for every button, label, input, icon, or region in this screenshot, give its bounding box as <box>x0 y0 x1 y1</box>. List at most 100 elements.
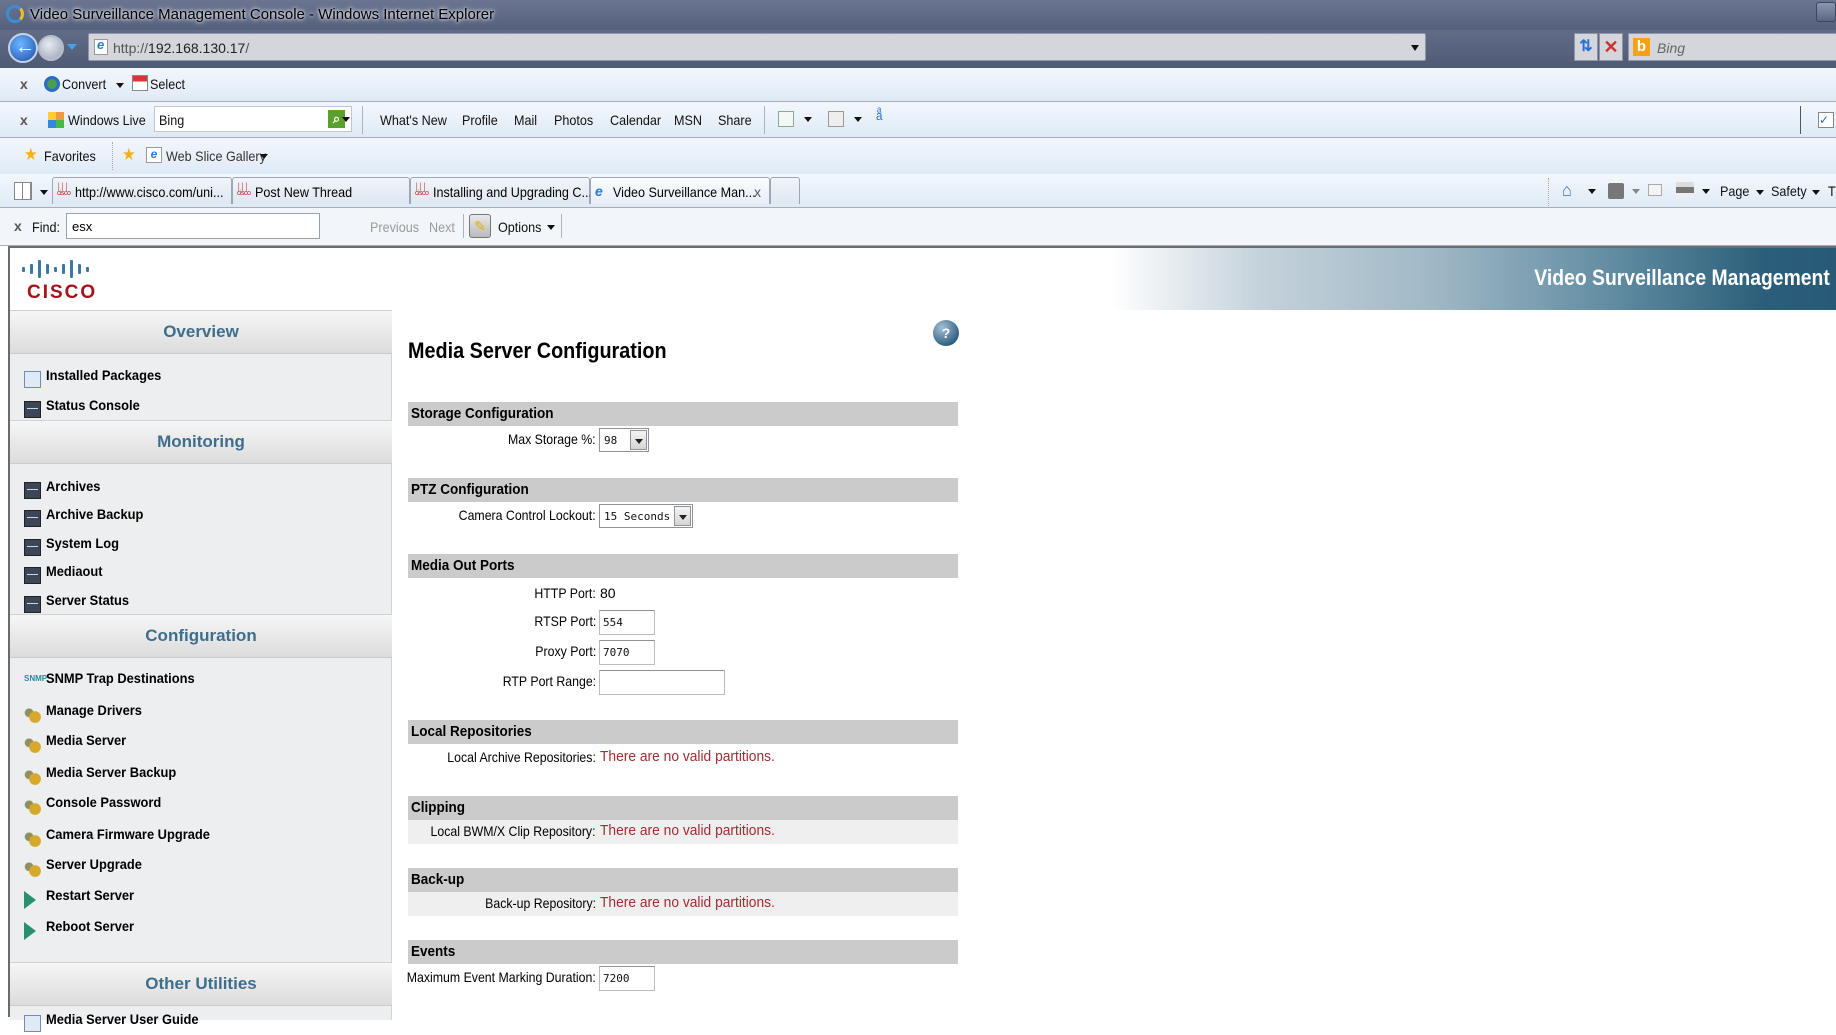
live-link-profile[interactable]: Profile <box>462 112 498 128</box>
address-bar[interactable]: http://192.168.130.17/ <box>88 33 1426 61</box>
refresh-button[interactable]: ⇅ <box>1574 33 1598 61</box>
live-link-whats-new[interactable]: What's New <box>380 112 447 128</box>
print-dropdown-icon[interactable] <box>1702 189 1710 194</box>
live-search-dropdown-icon[interactable] <box>342 117 350 122</box>
stop-button[interactable]: ✕ <box>1599 33 1623 61</box>
highlight-dropdown-icon[interactable] <box>804 117 812 122</box>
backup-repository-label: Back-up Repository: <box>485 895 596 911</box>
close-find-bar-button[interactable]: x <box>14 218 22 234</box>
live-search-input[interactable]: Bing ⌕ <box>154 106 352 132</box>
search-box[interactable]: b Bing <box>1628 33 1836 61</box>
clip-repository-row: Local BWM/X Clip Repository: There are n… <box>408 820 958 844</box>
cisco-favicon: │││ cisco <box>237 184 251 197</box>
page-menu-dropdown-icon[interactable] <box>1756 190 1764 195</box>
form-fill-dropdown-icon[interactable] <box>854 117 862 122</box>
find-next-button[interactable]: Next <box>429 219 455 235</box>
print-icon[interactable] <box>1676 182 1694 198</box>
convert-dropdown-icon[interactable] <box>116 83 124 88</box>
favorites-star-icon: ★ <box>24 145 38 164</box>
address-dropdown-icon[interactable] <box>1411 45 1419 51</box>
gears-icon <box>24 798 41 815</box>
web-slice-gallery-link[interactable]: Web Slice Gallery <box>166 148 266 164</box>
form-fill-icon[interactable] <box>828 111 844 127</box>
tab-label: Video Surveillance Man... <box>613 184 756 200</box>
max-event-marking-duration-input[interactable] <box>599 966 655 991</box>
live-link-mail[interactable]: Mail <box>514 112 537 128</box>
home-dropdown-icon[interactable] <box>1588 189 1596 194</box>
minimize-button[interactable] <box>1816 2 1836 22</box>
back-button[interactable] <box>8 33 38 63</box>
header-banner: Video Surveillance Management <box>1110 248 1836 310</box>
feeds-dropdown-icon[interactable] <box>1632 189 1640 194</box>
recent-pages-dropdown[interactable] <box>67 44 77 50</box>
close-toolbar-button[interactable]: x <box>20 112 28 128</box>
camera-control-lockout-select[interactable]: 15 Seconds <box>599 504 693 528</box>
section-heading: Events <box>411 943 456 960</box>
sidebar-section-monitoring: Monitoring <box>10 420 392 464</box>
highlight-icon[interactable] <box>778 111 794 127</box>
bing-icon: b <box>1633 38 1650 56</box>
favorites-button[interactable]: Favorites <box>44 148 96 164</box>
home-icon[interactable]: ⌂ <box>1562 180 1572 201</box>
max-storage-select[interactable]: 98 <box>599 428 649 452</box>
live-link-calendar[interactable]: Calendar <box>610 112 661 128</box>
section-storage-configuration: Storage Configuration <box>408 402 958 426</box>
highlight-matches-icon[interactable]: ✎ <box>469 214 491 238</box>
section-heading: Storage Configuration <box>411 405 554 422</box>
select-button[interactable]: Select <box>150 76 185 92</box>
safety-menu-dropdown-icon[interactable] <box>1812 190 1820 195</box>
add-favorite-icon[interactable]: ★ <box>122 145 136 165</box>
translate-icon[interactable]: aͣ <box>876 108 883 123</box>
live-link-share[interactable]: Share <box>718 112 752 128</box>
find-input[interactable] <box>66 213 320 239</box>
gears-icon <box>24 860 41 877</box>
sidebar-section-other-utilities: Other Utilities <box>10 962 392 1006</box>
read-mail-icon[interactable] <box>1648 184 1662 196</box>
rtp-port-range-input[interactable] <box>599 670 725 695</box>
monitor-icon <box>24 567 41 584</box>
live-link-photos[interactable]: Photos <box>554 112 593 128</box>
camera-control-lockout-row: Camera Control Lockout: 15 Seconds <box>408 504 958 528</box>
close-tab-button[interactable]: x <box>754 184 761 200</box>
windows-live-button[interactable]: Windows Live <box>68 112 146 128</box>
rtsp-port-label: RTSP Port: <box>534 613 596 629</box>
tab-list-dropdown-icon[interactable] <box>40 190 48 195</box>
live-link-msn[interactable]: MSN <box>674 112 702 128</box>
address-url[interactable]: http://192.168.130.17/ <box>113 40 249 56</box>
tab-post-new-thread[interactable]: │││ cisco Post New Thread <box>232 177 410 204</box>
tab-cisco-unified[interactable]: │││ cisco http://www.cisco.com/uni... <box>52 177 232 204</box>
tab-video-surveillance[interactable]: e Video Surveillance Man... x <box>590 177 770 204</box>
convert-button[interactable]: Convert <box>62 76 106 92</box>
find-options-dropdown-icon[interactable] <box>547 225 555 230</box>
backup-repository-row: Back-up Repository: There are no valid p… <box>408 892 958 916</box>
cisco-logo: CISCO <box>22 258 102 306</box>
http-port-label: HTTP Port: <box>534 585 596 601</box>
quick-tabs-icon[interactable] <box>14 182 32 200</box>
new-tab-button[interactable] <box>770 177 800 204</box>
rtsp-port-input[interactable] <box>599 610 655 635</box>
page-menu[interactable]: Page <box>1720 183 1749 199</box>
find-previous-button[interactable]: Previous <box>370 219 419 235</box>
close-toolbar-button[interactable]: x <box>20 76 28 92</box>
feeds-icon[interactable] <box>1608 183 1624 199</box>
chevron-down-icon[interactable] <box>674 506 691 526</box>
section-local-repositories: Local Repositories <box>408 720 958 744</box>
safety-menu[interactable]: Safety <box>1771 183 1807 199</box>
url-suffix: / <box>245 40 250 56</box>
cisco-favicon: │││ cisco <box>57 184 71 197</box>
chevron-down-icon[interactable] <box>630 430 647 450</box>
pdf-select-icon <box>132 75 148 91</box>
local-archive-repositories-error: There are no valid partitions. <box>600 748 775 765</box>
tools-menu[interactable]: T <box>1828 183 1836 199</box>
tab-label: Post New Thread <box>255 184 353 200</box>
forward-button[interactable] <box>38 35 64 61</box>
checklist-icon[interactable]: ✓ <box>1818 112 1834 128</box>
web-slice-dropdown-icon[interactable] <box>260 154 268 159</box>
sidebar-item-label: Status Console <box>46 397 140 413</box>
help-icon[interactable]: ? <box>933 320 959 346</box>
monitor-icon <box>24 596 41 613</box>
camera-control-lockout-label: Camera Control Lockout: <box>459 507 596 523</box>
tab-installing-upgrading[interactable]: │││ cisco Installing and Upgrading C... <box>410 177 592 204</box>
proxy-port-input[interactable] <box>599 640 655 665</box>
find-options-button[interactable]: Options <box>498 219 541 235</box>
